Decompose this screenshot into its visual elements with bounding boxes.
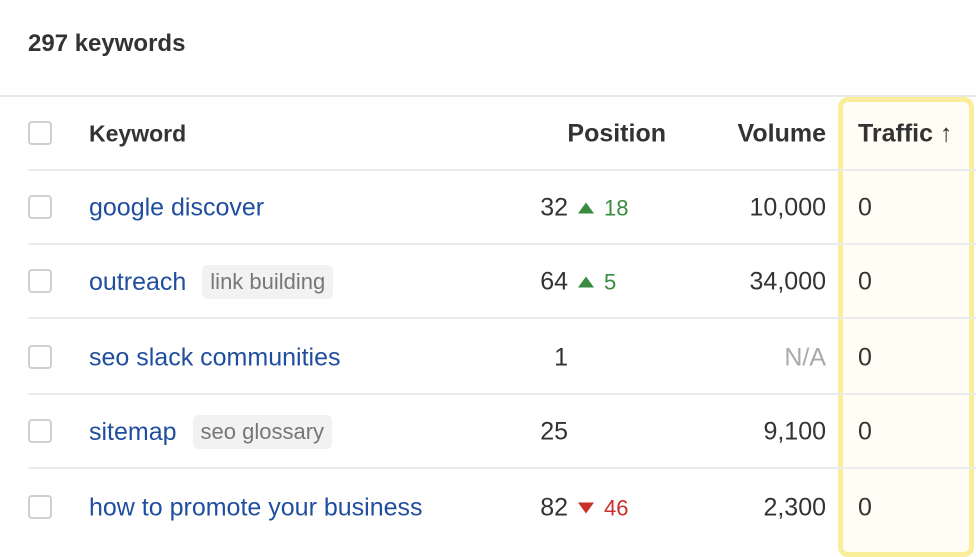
keyword-tag[interactable]: seo glossary: [192, 415, 333, 449]
keyword-link[interactable]: outreach: [89, 268, 186, 297]
change-value: 18: [604, 195, 629, 220]
position-value: 82: [540, 493, 568, 522]
row-checkbox[interactable]: [28, 345, 52, 369]
triangle-up-icon: [578, 276, 594, 288]
triangle-up-icon: [578, 202, 594, 214]
row-checkbox[interactable]: [28, 195, 52, 219]
column-header-position[interactable]: Position: [567, 120, 666, 149]
position-cell: 64 5: [540, 268, 630, 297]
column-header-keyword[interactable]: Keyword: [89, 121, 186, 148]
table-row: sitemap seo glossary 25 9,100 0: [0, 395, 976, 469]
traffic-cell: 0: [858, 417, 872, 446]
select-all-checkbox[interactable]: [28, 121, 52, 145]
row-checkbox[interactable]: [28, 269, 52, 293]
keyword-cell: how to promote your business: [89, 494, 423, 523]
position-change: 5: [578, 269, 630, 295]
table-row: outreach link building 64 5 34,000 0: [0, 245, 976, 319]
change-value: 5: [604, 269, 617, 294]
divider: [28, 317, 976, 319]
triangle-down-icon: [578, 502, 594, 514]
change-value: 46: [604, 495, 629, 520]
keyword-cell: sitemap seo glossary: [89, 415, 333, 449]
keyword-link[interactable]: how to promote your business: [89, 494, 423, 523]
traffic-cell: 0: [858, 493, 872, 522]
keyword-cell: outreach link building: [89, 265, 334, 299]
keyword-link[interactable]: seo slack communities: [89, 344, 340, 373]
position-value: 64: [540, 267, 568, 296]
position-change: 46: [578, 495, 630, 521]
keyword-cell: google discover: [89, 194, 264, 223]
keyword-count-title: 297 keywords: [28, 30, 186, 57]
volume-cell: 9,100: [763, 417, 826, 446]
table-row: seo slack communities 1 N/A 0: [0, 321, 976, 395]
keyword-tag[interactable]: link building: [202, 265, 334, 299]
position-value: 25: [540, 417, 568, 446]
table-header: Keyword Position Volume Traffic ↑: [0, 97, 976, 171]
table-row: how to promote your business 82 46 2,300 …: [0, 471, 976, 545]
arrow-up-icon: ↑: [939, 119, 953, 148]
volume-cell: N/A: [784, 343, 826, 372]
keyword-link[interactable]: google discover: [89, 194, 264, 223]
keyword-cell: seo slack communities: [89, 344, 340, 373]
position-value: 1: [554, 343, 568, 372]
keyword-link[interactable]: sitemap: [89, 418, 177, 447]
position-cell: 32 18: [540, 194, 630, 223]
volume-cell: 10,000: [749, 193, 826, 222]
table-row: google discover 32 18 10,000 0: [0, 171, 976, 245]
row-checkbox[interactable]: [28, 495, 52, 519]
position-change: 18: [578, 195, 630, 221]
row-checkbox[interactable]: [28, 419, 52, 443]
column-header-volume[interactable]: Volume: [738, 120, 826, 149]
position-value: 32: [540, 193, 568, 222]
position-cell: 1: [554, 344, 630, 373]
volume-cell: 34,000: [749, 267, 826, 296]
traffic-cell: 0: [858, 343, 872, 372]
volume-cell: 2,300: [763, 493, 826, 522]
divider: [28, 467, 976, 469]
traffic-cell: 0: [858, 267, 872, 296]
position-cell: 82 46: [540, 494, 630, 523]
column-header-traffic[interactable]: Traffic ↑: [858, 120, 952, 149]
position-cell: 25: [540, 418, 630, 447]
traffic-label: Traffic: [858, 119, 934, 148]
traffic-cell: 0: [858, 193, 872, 222]
